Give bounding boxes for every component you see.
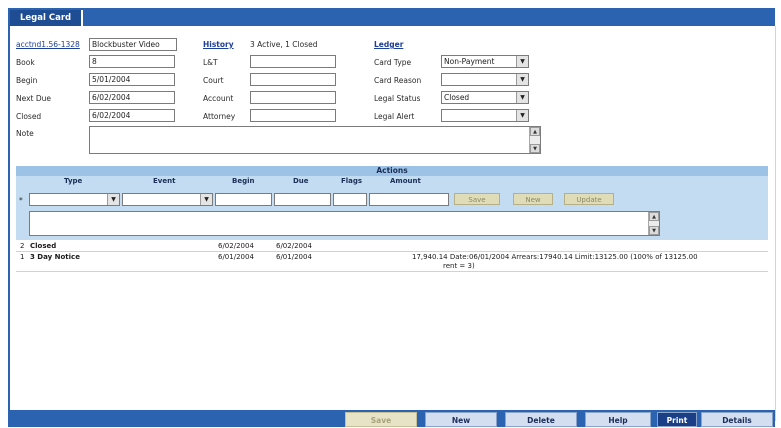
- closed-field[interactable]: 6/02/2004: [89, 109, 175, 122]
- attorney-label: Attorney: [203, 112, 236, 121]
- save-button[interactable]: Save: [345, 412, 417, 427]
- action-amount-input[interactable]: [369, 193, 449, 206]
- row-1-number: 1: [20, 253, 25, 261]
- col-header-due: Due: [293, 177, 309, 185]
- attorney-field[interactable]: [250, 109, 336, 122]
- legal-status-value: Closed: [444, 93, 470, 102]
- account-link[interactable]: acctnd1.56-1328: [16, 40, 80, 49]
- chevron-down-icon[interactable]: ▼: [516, 92, 528, 103]
- legal-status-select[interactable]: Closed ▼: [441, 91, 529, 104]
- row-2-number: 2: [20, 242, 25, 250]
- card-reason-select[interactable]: ▼: [441, 73, 529, 86]
- card-type-label: Card Type: [374, 58, 412, 67]
- lt-label: L&T: [203, 58, 218, 67]
- legal-alert-select[interactable]: ▼: [441, 109, 529, 122]
- col-header-amount: Amount: [390, 177, 421, 185]
- frame-left-border: [8, 26, 10, 421]
- chevron-down-icon[interactable]: ▼: [516, 56, 528, 67]
- note-textarea[interactable]: [89, 126, 541, 154]
- row-1-due: 6/01/2004: [276, 253, 312, 261]
- action-due-input[interactable]: [274, 193, 331, 206]
- row-2-begin: 6/02/2004: [218, 242, 254, 250]
- begin-field[interactable]: 5/01/2004: [89, 73, 175, 86]
- col-header-type: Type: [64, 177, 83, 185]
- event-select[interactable]: ▼: [122, 193, 213, 206]
- scroll-up-icon[interactable]: ▲: [530, 127, 540, 136]
- action-flags-input[interactable]: [333, 193, 367, 206]
- note-scrollbar[interactable]: ▲ ▼: [529, 127, 540, 153]
- scroll-down-icon[interactable]: ▼: [530, 144, 540, 153]
- note-label: Note: [16, 129, 34, 138]
- action-new-button[interactable]: New: [513, 193, 553, 205]
- next-due-label: Next Due: [16, 94, 51, 103]
- row-1-begin: 6/01/2004: [218, 253, 254, 261]
- scroll-down-icon[interactable]: ▼: [649, 226, 659, 235]
- col-header-event: Event: [153, 177, 176, 185]
- court-field[interactable]: [250, 73, 336, 86]
- book-field[interactable]: 8: [89, 55, 175, 68]
- type-select[interactable]: ▼: [29, 193, 120, 206]
- legal-status-label: Legal Status: [374, 94, 421, 103]
- row-2-due: 6/02/2004: [276, 242, 312, 250]
- row-1-type[interactable]: 3 Day Notice: [30, 253, 80, 261]
- chevron-down-icon[interactable]: ▼: [107, 194, 119, 205]
- card-reason-label: Card Reason: [374, 76, 422, 85]
- closed-label: Closed: [16, 112, 42, 121]
- court-label: Court: [203, 76, 224, 85]
- legal-alert-label: Legal Alert: [374, 112, 415, 121]
- lt-field[interactable]: [250, 55, 336, 68]
- card-type-select[interactable]: Non-Payment ▼: [441, 55, 529, 68]
- chevron-down-icon[interactable]: ▼: [200, 194, 212, 205]
- account-name-field[interactable]: Blockbuster Video: [89, 38, 177, 51]
- book-label: Book: [16, 58, 35, 67]
- row-1-detail: 17,940.14 Date:06/01/2004 Arrears:17940.…: [412, 253, 698, 261]
- frame-right-border: [775, 26, 776, 421]
- history-link[interactable]: History: [203, 40, 234, 49]
- action-note-textarea[interactable]: [29, 211, 660, 236]
- action-update-button[interactable]: Update: [564, 193, 614, 205]
- col-header-flags: Flags: [341, 177, 363, 185]
- action-note-scrollbar[interactable]: ▲ ▼: [648, 212, 659, 235]
- row-divider: [16, 271, 768, 272]
- action-save-button[interactable]: Save: [454, 193, 500, 205]
- new-button[interactable]: New: [425, 412, 497, 427]
- begin-label: Begin: [16, 76, 38, 85]
- card-type-value: Non-Payment: [444, 57, 495, 66]
- col-header-begin: Begin: [232, 177, 255, 185]
- next-due-field[interactable]: 6/02/2004: [89, 91, 175, 104]
- row-2-type[interactable]: Closed: [30, 242, 56, 250]
- row-1-detail-continued: rent = 3): [443, 262, 475, 270]
- chevron-down-icon[interactable]: ▼: [516, 74, 528, 85]
- account-label: Account: [203, 94, 234, 103]
- ledger-link[interactable]: Ledger: [374, 40, 403, 49]
- help-button[interactable]: Help: [585, 412, 651, 427]
- entry-row-marker: *: [19, 196, 23, 205]
- chevron-down-icon[interactable]: ▼: [516, 110, 528, 121]
- details-button[interactable]: Details: [701, 412, 773, 427]
- actions-title: Actions: [16, 166, 768, 176]
- tab-legal-card[interactable]: Legal Card: [10, 10, 84, 26]
- scroll-up-icon[interactable]: ▲: [649, 212, 659, 221]
- history-status: 3 Active, 1 Closed: [250, 40, 318, 49]
- row-divider: [16, 251, 768, 252]
- tab-bar: [8, 8, 775, 26]
- account-field[interactable]: [250, 91, 336, 104]
- delete-button[interactable]: Delete: [505, 412, 577, 427]
- print-button[interactable]: Print: [657, 412, 697, 427]
- action-begin-input[interactable]: [215, 193, 272, 206]
